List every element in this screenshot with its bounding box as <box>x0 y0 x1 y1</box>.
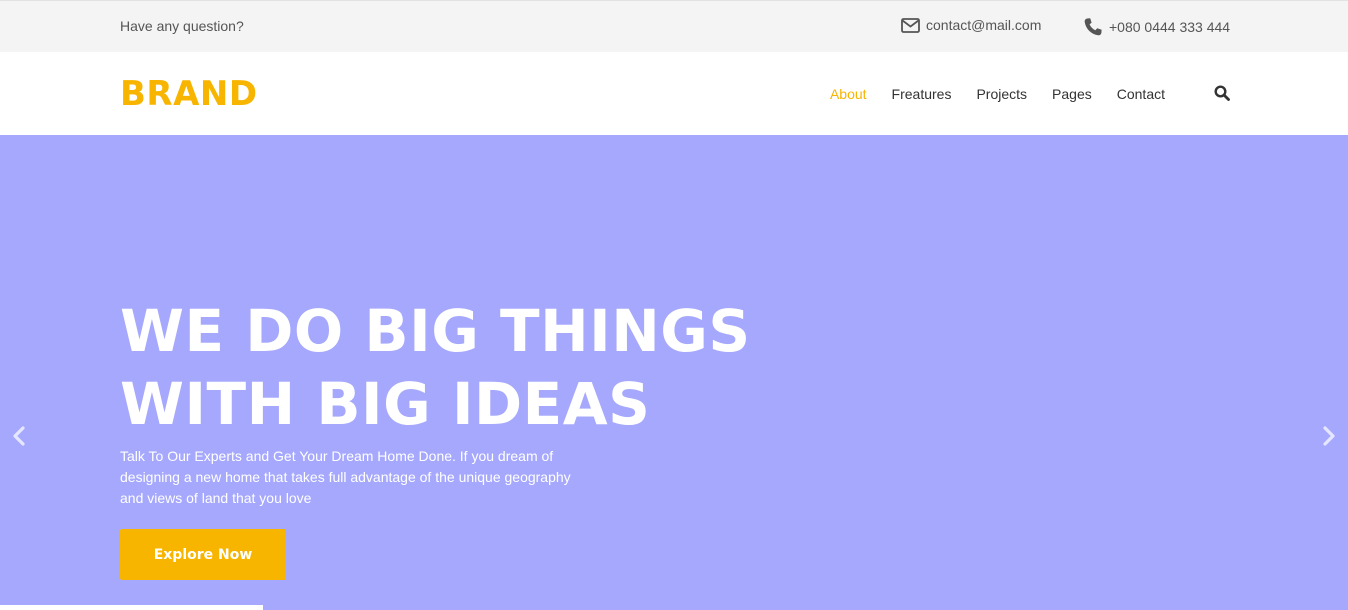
bottom-white-strip <box>0 605 263 610</box>
hero-slider: WE DO BIG THINGS WITH BIG IDEAS Talk To … <box>0 135 1348 610</box>
nav-item-features[interactable]: Freatures <box>892 86 952 102</box>
phone-text[interactable]: +080 0444 333 444 <box>1109 19 1230 35</box>
chevron-right-icon <box>1323 426 1335 446</box>
search-button[interactable] <box>1214 85 1230 106</box>
email-text[interactable]: contact@mail.com <box>926 17 1041 33</box>
nav-item-about[interactable]: About <box>830 86 867 102</box>
question-text: Have any question? <box>120 18 244 34</box>
search-icon <box>1214 85 1230 101</box>
email-contact[interactable]: contact@mail.com <box>901 17 1041 33</box>
prev-slide-button[interactable] <box>11 425 27 452</box>
nav-item-projects[interactable]: Projects <box>976 86 1027 102</box>
top-info-bar: Have any question? contact@mail.com +080… <box>0 0 1348 52</box>
hero-title-line-1: WE DO BIG THINGS <box>120 297 751 365</box>
explore-now-button[interactable]: Explore Now <box>120 529 286 580</box>
hero-title-line-2: WITH BIG IDEAS <box>120 370 651 438</box>
hero-title: WE DO BIG THINGS WITH BIG IDEAS <box>120 295 820 441</box>
phone-icon <box>1084 18 1102 36</box>
envelope-icon <box>901 17 920 33</box>
next-slide-button[interactable] <box>1321 425 1337 452</box>
main-navbar: BRAND About Freatures Projects Pages Con… <box>0 52 1348 135</box>
nav-menu: About Freatures Projects Pages Contact <box>805 86 1165 102</box>
hero-description: Talk To Our Experts and Get Your Dream H… <box>120 448 571 506</box>
chevron-left-icon <box>13 426 25 446</box>
nav-item-contact[interactable]: Contact <box>1117 86 1165 102</box>
phone-contact[interactable]: +080 0444 333 444 <box>1083 17 1230 37</box>
nav-item-pages[interactable]: Pages <box>1052 86 1092 102</box>
brand-logo[interactable]: BRAND <box>120 75 258 113</box>
